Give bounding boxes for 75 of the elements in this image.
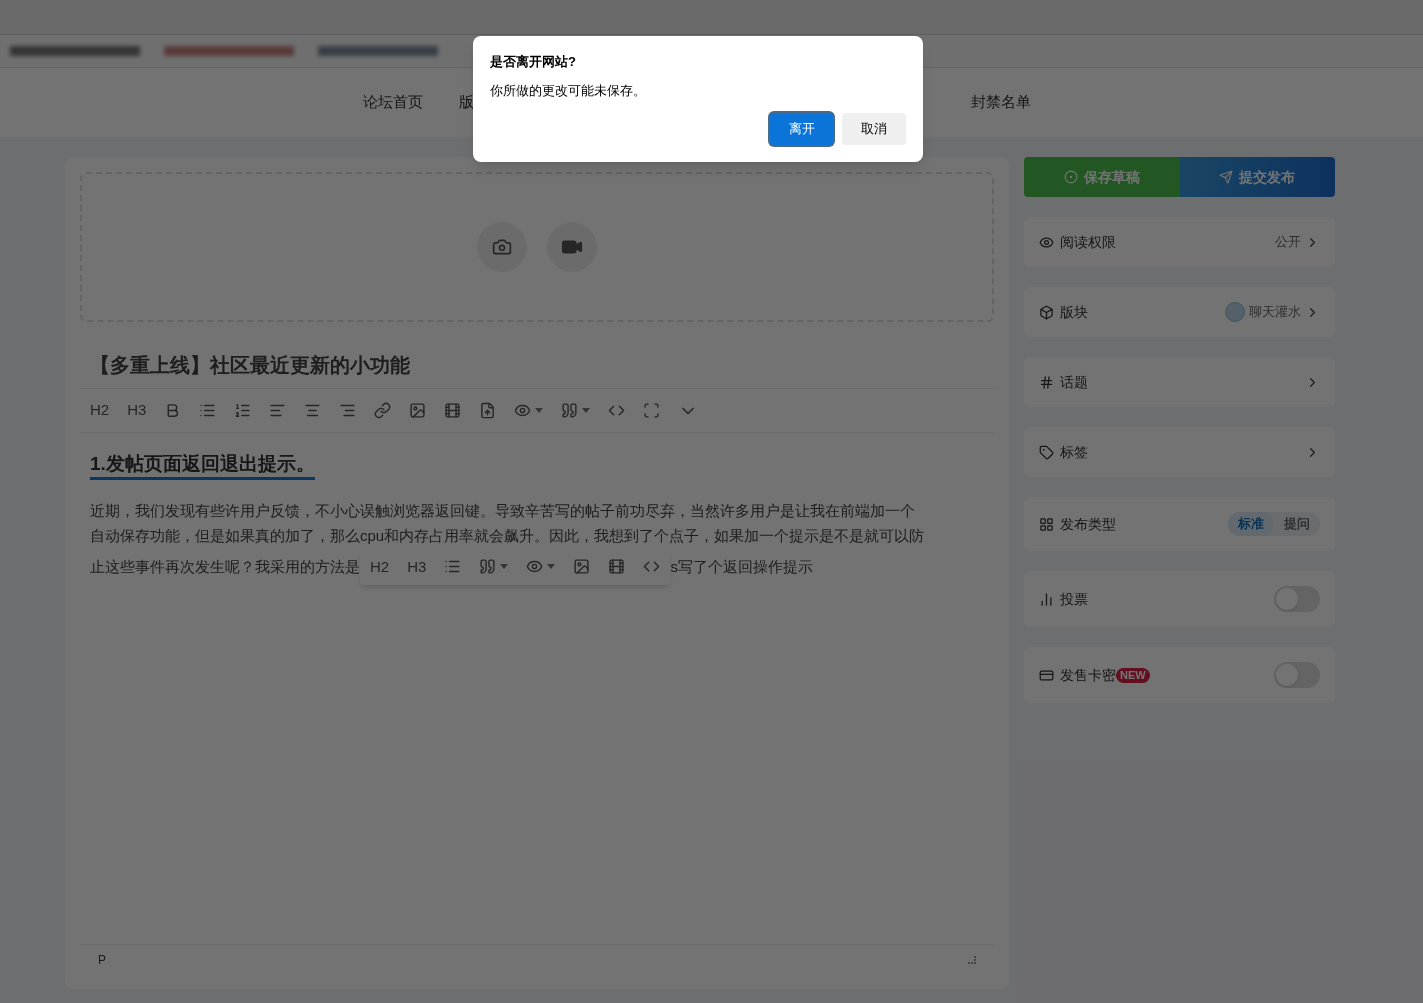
segment-option[interactable]: 提问 xyxy=(1274,512,1320,536)
setting-label: 发售卡密 xyxy=(1060,665,1116,685)
link-icon[interactable] xyxy=(374,402,392,419)
eye-icon[interactable] xyxy=(514,402,532,419)
align-center-icon[interactable] xyxy=(304,402,322,419)
paragraph-line: 自动保存功能，但是如果真的加了，那么cpu和内存占用率就会飙升。因此，我想到了个点子，如果加一个提示是不是就可以防 xyxy=(90,526,926,546)
heading-button[interactable]: H2 xyxy=(370,554,390,579)
setting-card[interactable]: 标签 xyxy=(1024,427,1335,477)
grid-icon xyxy=(1039,516,1054,532)
caret-icon xyxy=(547,564,556,569)
file-upload-icon[interactable] xyxy=(479,402,497,419)
setting-label: 发布类型 xyxy=(1060,514,1116,534)
setting-value: 聊天灌水 xyxy=(1249,303,1301,322)
forum-avatar-icon xyxy=(1225,302,1245,322)
circle-dot-icon xyxy=(1063,170,1078,184)
cube-icon xyxy=(1039,304,1054,320)
paragraph-line: s写了个返回操作提示 xyxy=(670,557,813,577)
setting-card[interactable]: 投票 xyxy=(1024,571,1335,627)
setting-card[interactable]: 发售卡密 NEW xyxy=(1024,647,1335,703)
eye-icon xyxy=(1039,234,1054,250)
leave-button[interactable]: 离开 xyxy=(770,113,833,145)
dialog-message: 你所做的更改可能未保存。 xyxy=(490,81,647,100)
heading-button[interactable]: H2 xyxy=(90,399,110,422)
dialog-title: 是否离开网站? xyxy=(490,53,577,71)
credit-card-icon xyxy=(1039,667,1054,683)
setting-card[interactable]: 发布类型 标准 提问 xyxy=(1024,497,1335,551)
setting-label: 版块 xyxy=(1060,302,1088,322)
setting-card[interactable]: 版块 聊天灌水 xyxy=(1024,287,1335,337)
video-button[interactable] xyxy=(547,222,597,272)
paragraph-line: 近期，我们发现有些许用户反馈，不小心误触浏览器返回键。导致辛苦写的帖子前功尽弃，当然许多用户是让我在前端加一个 xyxy=(90,501,916,521)
setting-label: 阅读权限 xyxy=(1060,232,1116,252)
image-icon[interactable] xyxy=(409,402,427,419)
tag-icon xyxy=(1039,444,1054,460)
resize-grip-icon[interactable] xyxy=(968,955,976,964)
caret-icon xyxy=(500,564,509,569)
setting-label: 话题 xyxy=(1060,372,1088,392)
toggle-switch[interactable] xyxy=(1274,586,1320,612)
fullscreen-icon[interactable] xyxy=(643,402,661,419)
caret-icon xyxy=(535,408,544,413)
content-heading: 1.发帖页面返回退出提示。 xyxy=(90,451,315,480)
setting-card[interactable]: 话题 xyxy=(1024,357,1335,407)
camera-icon xyxy=(492,237,512,257)
nav-link[interactable]: 版 xyxy=(459,91,474,114)
align-right-icon[interactable] xyxy=(339,402,357,419)
film-icon[interactable] xyxy=(444,402,462,419)
hash-icon xyxy=(1039,374,1054,390)
segment-option[interactable]: 标准 xyxy=(1228,512,1274,536)
paragraph-line: 止这些事件再次发生呢？我采用的方法是 xyxy=(90,557,360,577)
bar-chart-icon xyxy=(1039,591,1054,607)
setting-label: 投票 xyxy=(1060,589,1088,609)
send-icon xyxy=(1219,170,1234,184)
setting-label: 标签 xyxy=(1060,442,1088,462)
align-left-icon[interactable] xyxy=(269,402,287,419)
new-badge: NEW xyxy=(1116,667,1150,683)
image-icon[interactable] xyxy=(573,558,591,575)
heading-button[interactable]: H3 xyxy=(127,399,147,422)
film-icon[interactable] xyxy=(608,558,626,575)
nav-link[interactable]: 封禁名单 xyxy=(971,91,1031,114)
post-title[interactable]: 【多重上线】社区最近更新的小功能 xyxy=(80,350,994,389)
status-path: P xyxy=(98,951,106,969)
publish-button[interactable]: 提交发布 xyxy=(1179,157,1335,197)
eye-icon[interactable] xyxy=(526,558,544,575)
caret-icon xyxy=(582,408,591,413)
numbered-list-icon[interactable] xyxy=(234,402,252,419)
quote-icon[interactable] xyxy=(479,558,497,575)
quote-icon[interactable] xyxy=(561,402,579,419)
cancel-button[interactable]: 取消 xyxy=(842,113,906,145)
setting-card[interactable]: 阅读权限 公开 xyxy=(1024,217,1335,267)
camera-button[interactable] xyxy=(477,222,527,272)
setting-value: 公开 xyxy=(1275,233,1301,252)
toggle-switch[interactable] xyxy=(1274,662,1320,688)
bullet-list-icon[interactable] xyxy=(199,402,217,419)
heading-button[interactable]: H3 xyxy=(407,554,427,579)
nav-link[interactable]: 论坛首页 xyxy=(363,91,423,114)
bullet-list-icon[interactable] xyxy=(444,558,462,575)
